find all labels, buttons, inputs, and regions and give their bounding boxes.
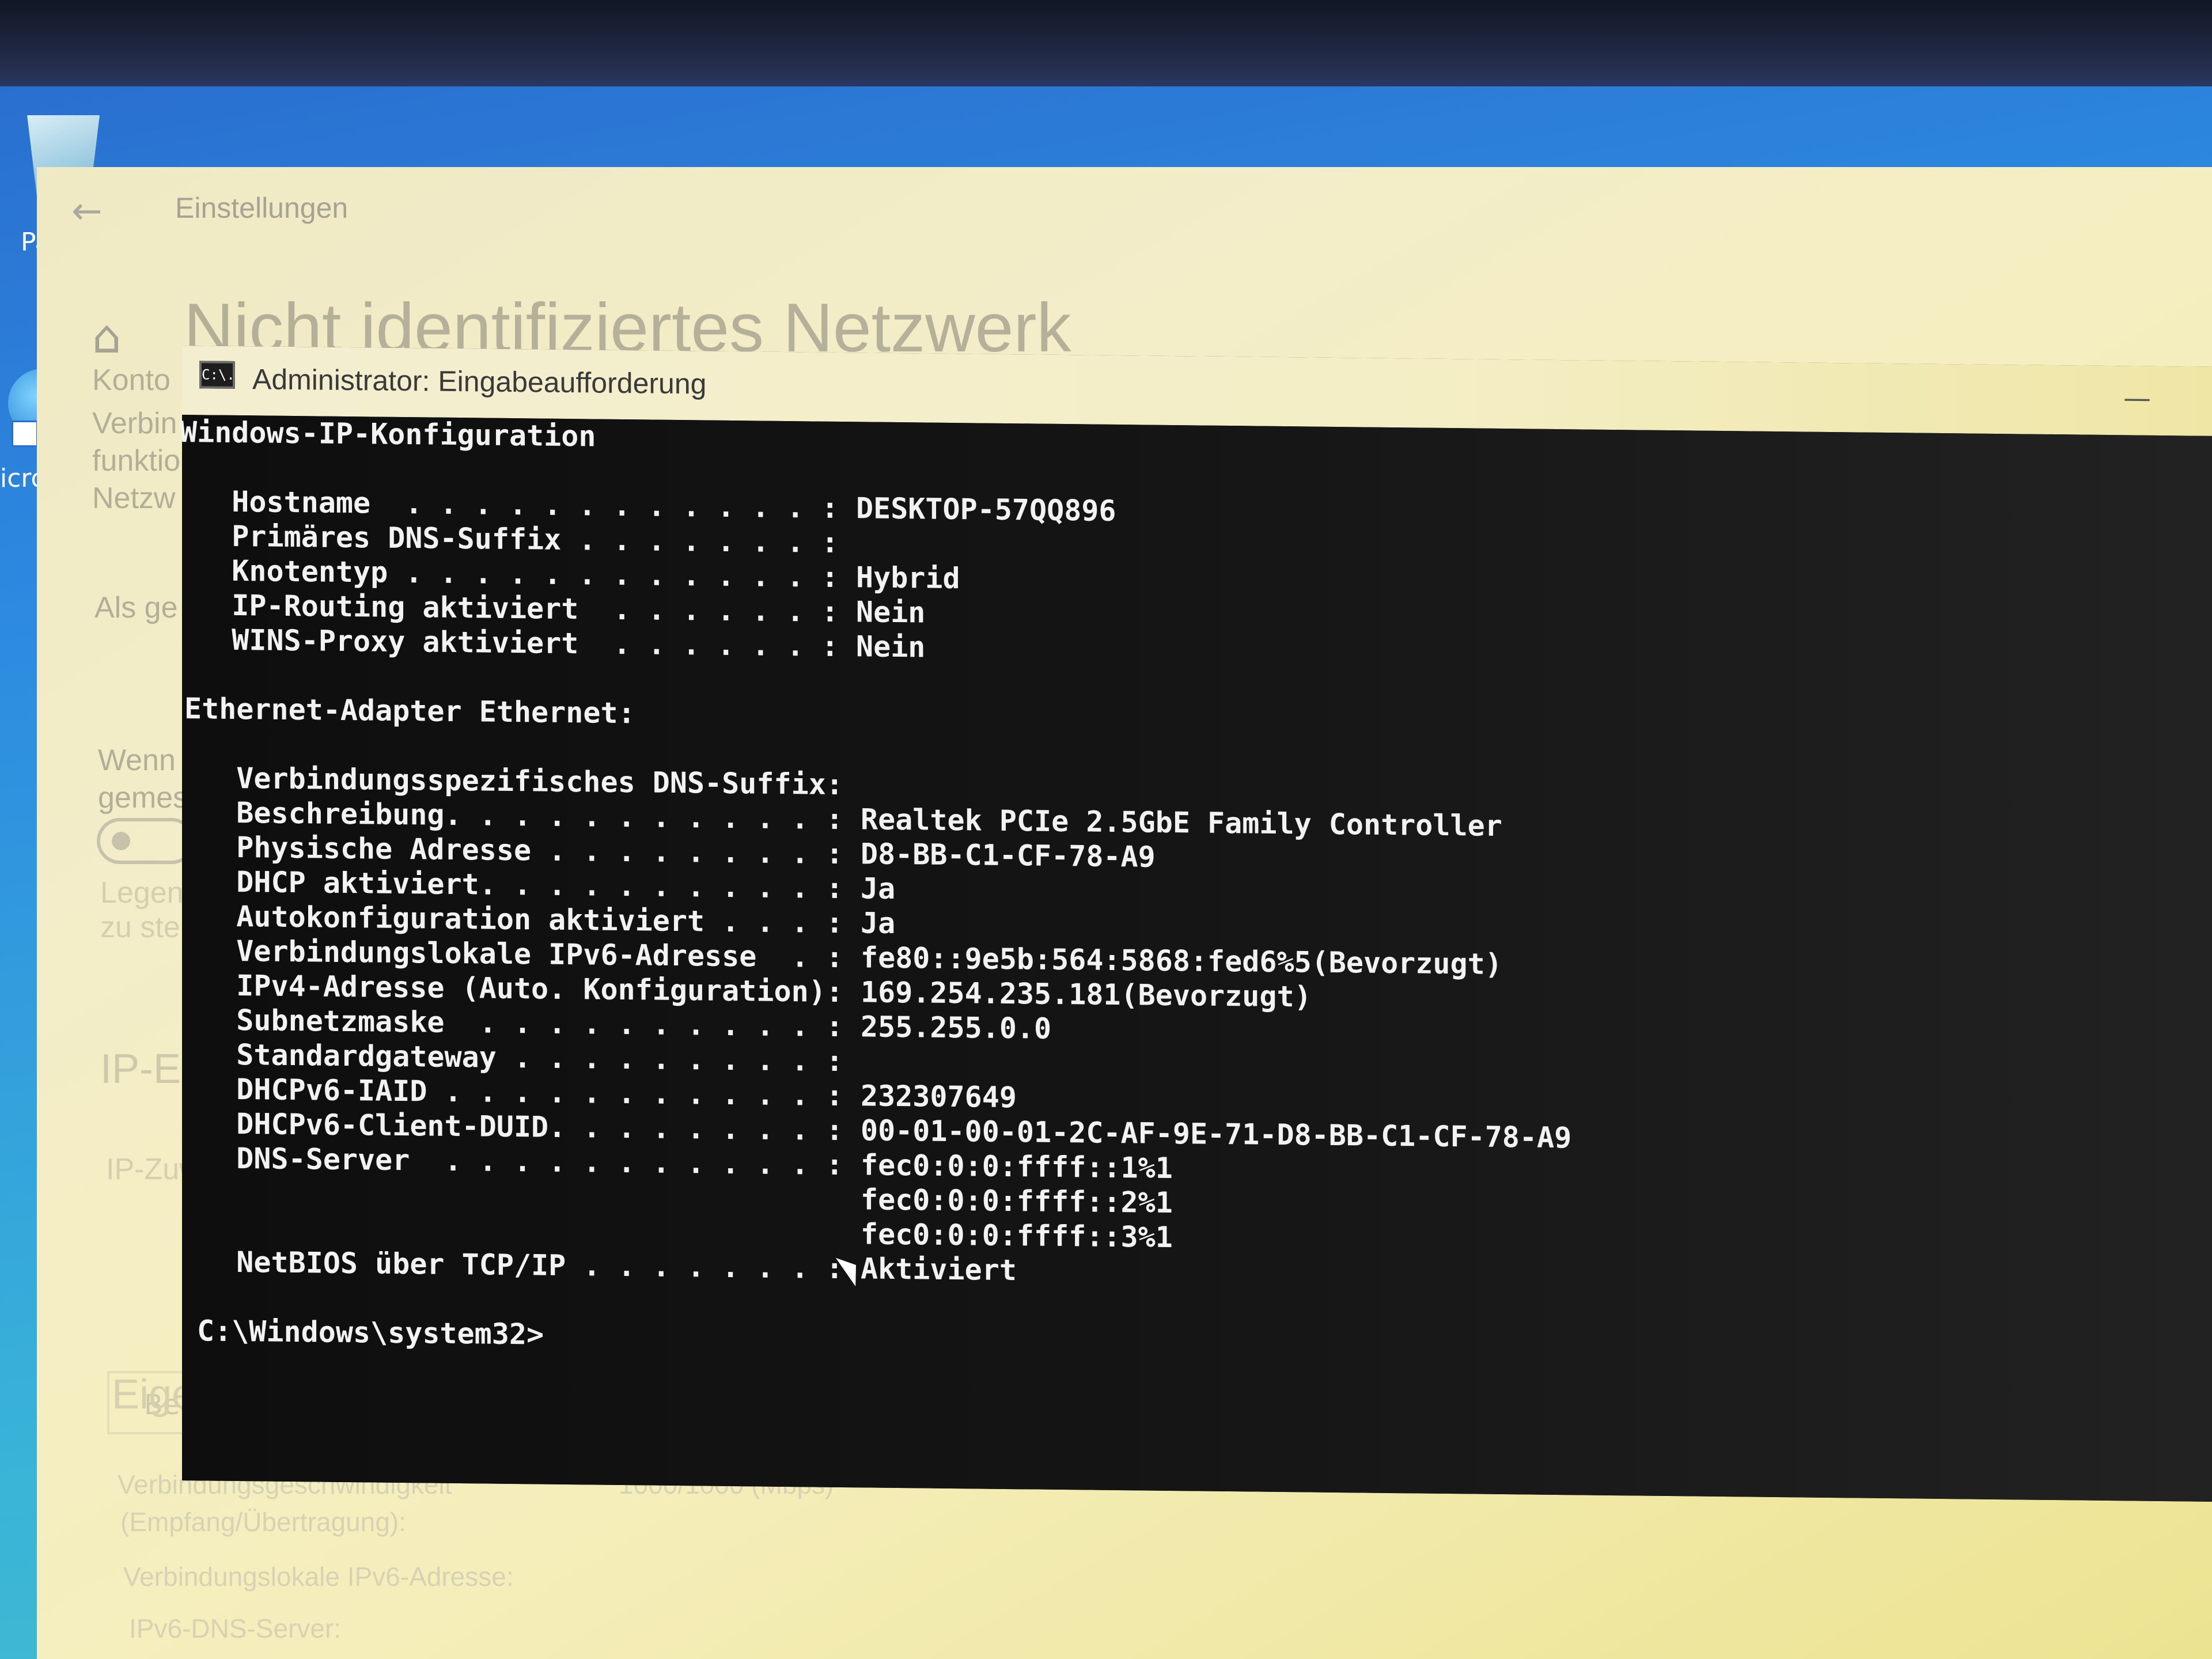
settings-text: Legen	[100, 876, 184, 910]
property-label: (Empfang/Übertragung):	[120, 1507, 407, 1537]
metered-connection-toggle[interactable]	[97, 818, 195, 864]
console-line: Ethernet-Adapter Ethernet:	[184, 692, 635, 730]
cmd-console-output[interactable]: Windows-IP-Konfiguration Hostname . . . …	[180, 415, 2212, 1502]
console-line: Windows-IP-Konfiguration	[180, 415, 596, 453]
shortcut-arrow-icon	[12, 421, 38, 447]
settings-text: Konto	[92, 363, 171, 397]
settings-titlebar: ← Einstellungen	[37, 167, 2212, 259]
settings-text: Wenn	[98, 744, 176, 777]
command-prompt-line[interactable]: C:\Windows\system32>	[197, 1313, 544, 1351]
minimize-icon[interactable]: —	[2120, 381, 2154, 416]
home-icon[interactable]: ⌂	[92, 311, 144, 363]
settings-text: Als ge	[94, 591, 178, 624]
settings-text: funktio	[92, 444, 181, 478]
console-line: WINS-Proxy aktiviert . . . . . . : Nein	[180, 622, 926, 664]
command-prompt-window[interactable]: C:\. Administrator: Eingabeaufforderung …	[180, 346, 2212, 1502]
back-arrow-icon[interactable]: ←	[71, 191, 112, 232]
property-label: Verbindungslokale IPv6-Adresse:	[123, 1562, 514, 1592]
settings-text: Verbin	[92, 407, 177, 440]
monitor-bezel	[0, 0, 2212, 98]
cmd-window-title: Administrator: Eingabeaufforderung	[252, 363, 707, 400]
settings-text: gemes	[98, 781, 188, 815]
ip-settings-heading: IP-Ei	[100, 1046, 191, 1092]
cmd-app-icon: C:\.	[199, 361, 235, 389]
settings-text: Netzw	[92, 482, 176, 515]
property-label: IPv6-DNS-Server:	[129, 1613, 342, 1643]
settings-text: zu ste	[100, 911, 180, 944]
settings-title: Einstellungen	[175, 192, 349, 224]
toggle-knob	[112, 832, 130, 850]
